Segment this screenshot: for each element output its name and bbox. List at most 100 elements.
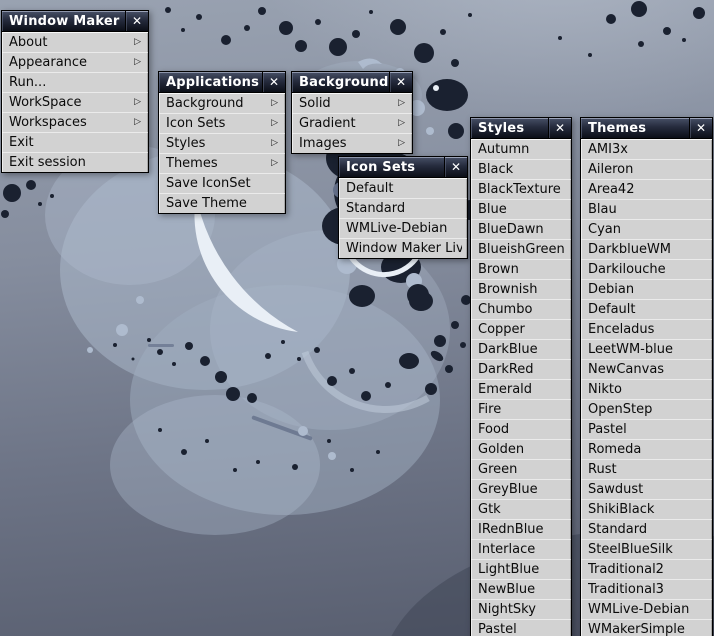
menu-item-golden[interactable]: Golden xyxy=(471,439,571,459)
menu-item-newblue[interactable]: NewBlue xyxy=(471,579,571,599)
menu-item-cyan[interactable]: Cyan xyxy=(581,219,712,239)
menu-titlebar-applications[interactable]: Applications ✕ xyxy=(159,72,285,93)
menu-item-gtk[interactable]: Gtk xyxy=(471,499,571,519)
menu-item-themes[interactable]: Themes▷ xyxy=(159,153,285,173)
menu-item-label: Appearance xyxy=(9,55,134,70)
menu-item-fire[interactable]: Fire xyxy=(471,399,571,419)
menu-item-sawdust[interactable]: Sawdust xyxy=(581,479,712,499)
menu-item-wmlive-debian[interactable]: WMLive-Debian xyxy=(581,599,712,619)
menu-item-greyblue[interactable]: GreyBlue xyxy=(471,479,571,499)
menu-item-save-iconset[interactable]: Save IconSet xyxy=(159,173,285,193)
menu-titlebar-window-maker[interactable]: Window Maker ✕ xyxy=(2,11,148,32)
menu-item-blacktexture[interactable]: BlackTexture xyxy=(471,179,571,199)
menu-item-traditional3[interactable]: Traditional3 xyxy=(581,579,712,599)
menu-item-interlace[interactable]: Interlace xyxy=(471,539,571,559)
menu-item-darkred[interactable]: DarkRed xyxy=(471,359,571,379)
menu-item-gradient[interactable]: Gradient▷ xyxy=(292,113,412,133)
menu-item-blueishgreen[interactable]: BlueishGreen xyxy=(471,239,571,259)
menu-item-leetwm-blue[interactable]: LeetWM-blue xyxy=(581,339,712,359)
menu-item-darkblue[interactable]: DarkBlue xyxy=(471,339,571,359)
menu-item-debian[interactable]: Debian xyxy=(581,279,712,299)
menu-item-pastel[interactable]: Pastel xyxy=(581,419,712,439)
menu-item-default[interactable]: Default xyxy=(339,178,467,198)
menu-item-run[interactable]: Run... xyxy=(2,72,148,92)
menu-item-appearance[interactable]: Appearance▷ xyxy=(2,52,148,72)
menu-item-exit-session[interactable]: Exit session xyxy=(2,152,148,172)
menu-item-label: About xyxy=(9,35,134,50)
menu-item-label: WorkSpace xyxy=(9,95,134,110)
menu-titlebar-icon-sets[interactable]: Icon Sets ✕ xyxy=(339,157,467,178)
menu-item-blau[interactable]: Blau xyxy=(581,199,712,219)
menu-titlebar-styles[interactable]: Styles ✕ xyxy=(471,118,571,139)
menu-title: Icon Sets xyxy=(339,157,444,177)
menu-item-darkilouche[interactable]: Darkilouche xyxy=(581,259,712,279)
menu-item-about[interactable]: About▷ xyxy=(2,32,148,52)
menu-item-label: BlueishGreen xyxy=(478,242,566,257)
menu-item-background[interactable]: Background▷ xyxy=(159,93,285,113)
submenu-arrow-icon: ▷ xyxy=(398,139,407,148)
close-button[interactable]: ✕ xyxy=(125,11,148,31)
menu-item-aileron[interactable]: Aileron xyxy=(581,159,712,179)
menu-item-darkbluewm[interactable]: DarkblueWM xyxy=(581,239,712,259)
menu-item-save-theme[interactable]: Save Theme xyxy=(159,193,285,213)
menu-item-shikiblack[interactable]: ShikiBlack xyxy=(581,499,712,519)
menu-item-irednblue[interactable]: IRednBlue xyxy=(471,519,571,539)
menu-item-enceladus[interactable]: Enceladus xyxy=(581,319,712,339)
close-button[interactable]: ✕ xyxy=(548,118,571,138)
menu-item-solid[interactable]: Solid▷ xyxy=(292,93,412,113)
menu-item-ami3x[interactable]: AMI3x xyxy=(581,139,712,159)
menu-item-copper[interactable]: Copper xyxy=(471,319,571,339)
menu-item-brown[interactable]: Brown xyxy=(471,259,571,279)
menu-item-label: NewBlue xyxy=(478,582,566,597)
menu-item-label: Debian xyxy=(588,282,707,297)
menu-item-label: Styles xyxy=(166,136,271,151)
menu-item-nightsky[interactable]: NightSky xyxy=(471,599,571,619)
menu-item-pastel[interactable]: Pastel xyxy=(471,619,571,636)
menu-item-romeda[interactable]: Romeda xyxy=(581,439,712,459)
menu-item-workspace[interactable]: WorkSpace▷ xyxy=(2,92,148,112)
menu-item-standard[interactable]: Standard xyxy=(339,198,467,218)
menu-item-styles[interactable]: Styles▷ xyxy=(159,133,285,153)
menu-item-emerald[interactable]: Emerald xyxy=(471,379,571,399)
menu-item-label: ShikiBlack xyxy=(588,502,707,517)
menu-item-rust[interactable]: Rust xyxy=(581,459,712,479)
menu-item-label: Rust xyxy=(588,462,707,477)
menu-item-steelbluesilk[interactable]: SteelBlueSilk xyxy=(581,539,712,559)
menu-item-newcanvas[interactable]: NewCanvas xyxy=(581,359,712,379)
menu-item-black[interactable]: Black xyxy=(471,159,571,179)
menu-item-traditional2[interactable]: Traditional2 xyxy=(581,559,712,579)
menu-item-images[interactable]: Images▷ xyxy=(292,133,412,153)
menu-item-nikto[interactable]: Nikto xyxy=(581,379,712,399)
close-button[interactable]: ✕ xyxy=(262,72,285,92)
close-button[interactable]: ✕ xyxy=(689,118,712,138)
menu-item-label: NewCanvas xyxy=(588,362,707,377)
menu-item-blue[interactable]: Blue xyxy=(471,199,571,219)
menu-item-area42[interactable]: Area42 xyxy=(581,179,712,199)
menu-item-autumn[interactable]: Autumn xyxy=(471,139,571,159)
menu-item-standard[interactable]: Standard xyxy=(581,519,712,539)
menu-item-exit[interactable]: Exit xyxy=(2,132,148,152)
menu-item-window-maker-live[interactable]: Window Maker Live xyxy=(339,238,467,258)
menu-item-label: Enceladus xyxy=(588,322,707,337)
menu-item-label: Images xyxy=(299,136,398,151)
menu-item-wmlive-debian[interactable]: WMLive-Debian xyxy=(339,218,467,238)
menu-item-workspaces[interactable]: Workspaces▷ xyxy=(2,112,148,132)
menu-item-brownish[interactable]: Brownish xyxy=(471,279,571,299)
menu-titlebar-themes[interactable]: Themes ✕ xyxy=(581,118,712,139)
menu-item-wmakersimple[interactable]: WMakerSimple xyxy=(581,619,712,636)
menu-item-label: Pastel xyxy=(588,422,707,437)
menu-item-food[interactable]: Food xyxy=(471,419,571,439)
close-icon: ✕ xyxy=(696,122,706,134)
menu-item-openstep[interactable]: OpenStep xyxy=(581,399,712,419)
menu-item-lightblue[interactable]: LightBlue xyxy=(471,559,571,579)
menu-item-label: Traditional2 xyxy=(588,562,707,577)
menu-item-default[interactable]: Default xyxy=(581,299,712,319)
menu-titlebar-background[interactable]: Background ✕ xyxy=(292,72,412,93)
menu-item-icon-sets[interactable]: Icon Sets▷ xyxy=(159,113,285,133)
menu-item-chumbo[interactable]: Chumbo xyxy=(471,299,571,319)
menu-styles: Styles ✕ AutumnBlackBlackTextureBlueBlue… xyxy=(470,117,572,636)
close-button[interactable]: ✕ xyxy=(389,72,412,92)
menu-item-green[interactable]: Green xyxy=(471,459,571,479)
close-button[interactable]: ✕ xyxy=(444,157,467,177)
menu-item-bluedawn[interactable]: BlueDawn xyxy=(471,219,571,239)
